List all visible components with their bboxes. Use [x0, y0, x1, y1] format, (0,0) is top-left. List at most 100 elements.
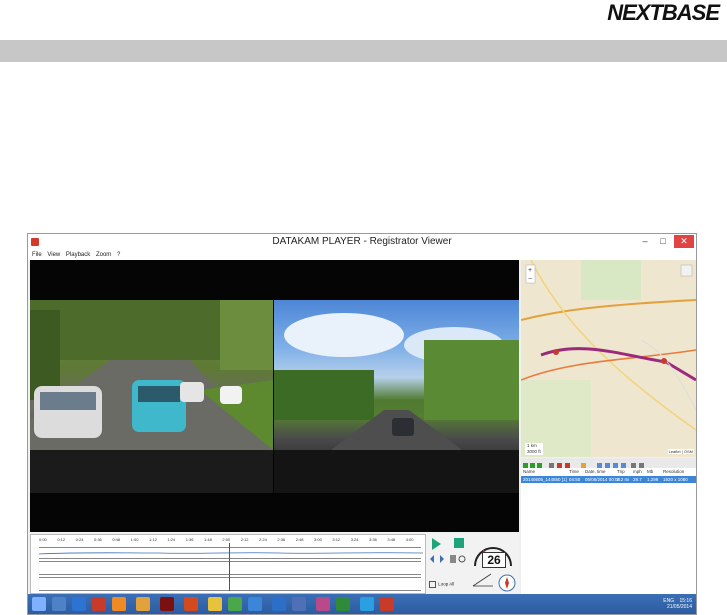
- timeline-tick-label: 3:00: [314, 537, 322, 542]
- header-mb[interactable]: Mb: [647, 469, 653, 474]
- menu-file[interactable]: File: [32, 250, 42, 260]
- next-icon[interactable]: [440, 555, 444, 563]
- timeline-tick-label: 2:12: [240, 537, 249, 542]
- header-name[interactable]: Name: [523, 469, 535, 474]
- header-datetime[interactable]: Date, time: [585, 469, 606, 474]
- video-area: [30, 260, 519, 532]
- timeline-tick-label: 0:36: [94, 537, 102, 542]
- taskbar-app-6-icon[interactable]: [160, 597, 174, 611]
- close-button[interactable]: ✕: [674, 235, 694, 248]
- taskbar: ENG 15:16 21/05/2014: [28, 594, 696, 614]
- navigation-buttons: [430, 555, 466, 563]
- taskbar-app-5-icon[interactable]: [136, 597, 150, 611]
- cell-trip: 2.2 mi: [617, 477, 630, 482]
- frame-icon[interactable]: [450, 555, 456, 563]
- timeline-tick-label: 4:00: [405, 537, 414, 542]
- taskbar-app-16-icon[interactable]: [380, 597, 394, 611]
- map-view[interactable]: + − 1 km 3000 ft Leaflet | OSM: [521, 260, 696, 457]
- play-icon[interactable]: [432, 538, 441, 550]
- maximize-button[interactable]: □: [654, 235, 672, 248]
- taskbar-app-1-icon[interactable]: [52, 597, 66, 611]
- loop-checkbox-box[interactable]: [429, 581, 436, 588]
- title-bar: DATAKAM PLAYER - Registrator Viewer – □ …: [28, 234, 696, 250]
- timeline-tick-label: 0:48: [112, 537, 121, 542]
- tray-date: 21/05/2014: [666, 604, 692, 610]
- taskbar-app-3-icon[interactable]: [92, 597, 106, 611]
- timeline-tick-label: 1:36: [185, 537, 194, 542]
- table-row[interactable]: 20140605_144550 [1] 04:50 05/06/2014 00:…: [521, 476, 696, 483]
- timeline-tick-label: 2:00: [222, 537, 231, 542]
- cell-name: 20140605_144550 [1]: [523, 477, 567, 482]
- minimize-button[interactable]: –: [636, 235, 654, 248]
- taskbar-app-8-icon[interactable]: [208, 597, 222, 611]
- track-list-empty: [521, 483, 696, 594]
- menu-help[interactable]: ?: [117, 250, 120, 260]
- front-camera-scene: [30, 300, 273, 493]
- timeline-tick-label: 0:12: [57, 537, 66, 542]
- taskbar-app-15-icon[interactable]: [360, 597, 374, 611]
- map-canvas: + −: [521, 260, 696, 457]
- timeline-tick-label: 1:12: [149, 537, 157, 542]
- track-table-header: Name Time Date, time Trip mph Mb Resolut…: [521, 468, 696, 476]
- menu-view[interactable]: View: [47, 250, 60, 260]
- taskbar-app-11-icon[interactable]: [272, 597, 286, 611]
- svg-text:+: +: [528, 267, 532, 274]
- cell-datetime: 05/06/2014 00:00: [585, 477, 621, 482]
- header-mph[interactable]: mph: [633, 469, 642, 474]
- timeline-tick-label: 1:48: [204, 537, 212, 542]
- rear-camera-scene: [274, 313, 519, 493]
- menu-zoom[interactable]: Zoom: [96, 250, 111, 260]
- taskbar-app-13-icon[interactable]: [316, 597, 330, 611]
- timeline-tick-label: 2:36: [277, 537, 286, 542]
- prev-icon[interactable]: [430, 555, 434, 563]
- taskbar-app-10-icon[interactable]: [248, 597, 262, 611]
- menu-playback[interactable]: Playback: [66, 250, 90, 260]
- speed-graph: [38, 552, 424, 555]
- timeline-track-3: [39, 577, 421, 591]
- taskbar-app-12-icon[interactable]: [292, 597, 306, 611]
- map-toolbar: [521, 458, 696, 468]
- playhead[interactable]: [229, 543, 230, 591]
- windows-start-icon[interactable]: [32, 597, 46, 611]
- cell-resolution: 1920 x 1080: [663, 477, 688, 482]
- taskbar-app-2-icon[interactable]: [72, 597, 86, 611]
- header-resolution[interactable]: Resolution: [663, 469, 684, 474]
- cell-time: 04:50: [569, 477, 581, 482]
- rear-camera-video[interactable]: [274, 300, 519, 493]
- loop-all-checkbox[interactable]: Loop All: [429, 581, 454, 588]
- header-trip[interactable]: Trip: [617, 469, 625, 474]
- timeline-track-1: [38, 547, 424, 559]
- svg-text:−: −: [528, 276, 532, 283]
- timeline-tick-label: 0:24: [75, 537, 84, 542]
- timeline-tick-label: 2:48: [295, 537, 304, 542]
- menu-bar: File View Playback Zoom ?: [28, 250, 696, 260]
- timeline-tick-label: 1:00: [130, 537, 139, 542]
- timeline-panel[interactable]: 0:00 0:12 0:24 0:36 0:48 1:00 1:12 1:24 1:36 1:48…: [30, 534, 426, 594]
- map-scale: 1 km 3000 ft: [525, 443, 543, 455]
- app-window: DATAKAM PLAYER - Registrator Viewer – □ …: [27, 233, 697, 615]
- speed-value: 26: [482, 552, 506, 568]
- taskbar-app-14-icon[interactable]: [336, 597, 350, 611]
- window-title: DATAKAM PLAYER - Registrator Viewer: [272, 236, 452, 247]
- stop-icon[interactable]: [454, 538, 464, 548]
- front-camera-video[interactable]: [30, 300, 273, 493]
- timeline-tick-label: 1:24: [167, 537, 176, 542]
- header-bar: [0, 40, 727, 62]
- timeline-track-2: [39, 561, 421, 575]
- timeline-tick-label: 3:48: [387, 537, 396, 542]
- timeline-tick-label: 0:00: [39, 537, 47, 542]
- timeline-tick-label: 3:24: [350, 537, 359, 542]
- map-scale-ft: 3000 ft: [527, 449, 541, 454]
- taskbar-app-7-icon[interactable]: [184, 597, 198, 611]
- timeline-tick-label: 3:36: [369, 537, 377, 542]
- taskbar-app-4-icon[interactable]: [112, 597, 126, 611]
- system-tray[interactable]: ENG 15:16 21/05/2014: [663, 598, 692, 610]
- header-time[interactable]: Time: [569, 469, 579, 474]
- timeline-tick-label: 2:24: [259, 537, 267, 542]
- cell-mph: 29.7: [633, 477, 642, 482]
- gsensor-graph: [472, 573, 493, 587]
- timeline-ticks: 0:00 0:12 0:24 0:36 0:48 1:00 1:12 1:24 1:36 1:48…: [39, 537, 421, 543]
- zoom-icon[interactable]: [458, 555, 466, 563]
- taskbar-app-9-icon[interactable]: [228, 597, 242, 611]
- cell-mb: 1,298: [647, 477, 659, 482]
